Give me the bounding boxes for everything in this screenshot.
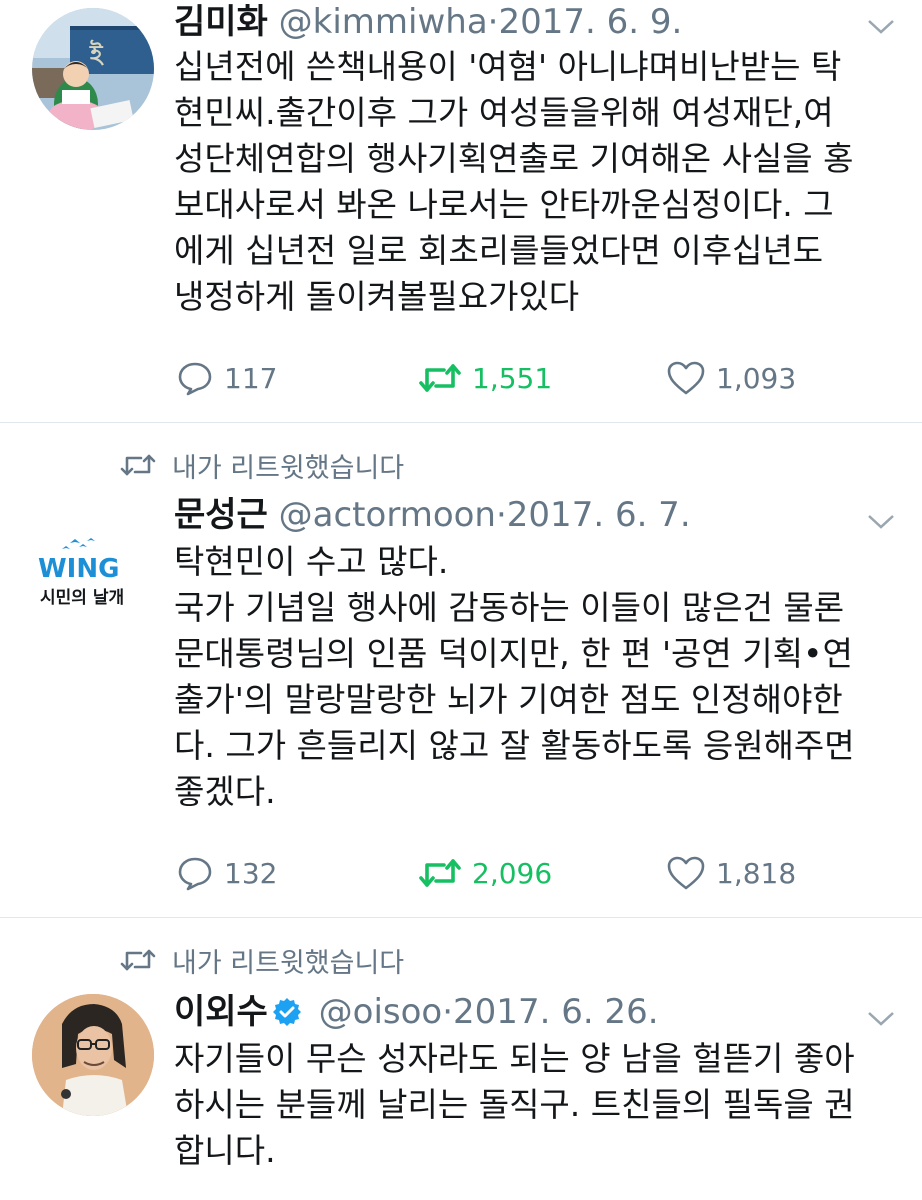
tweet-text-line: 합니다. (174, 1131, 276, 1170)
retweeted-by-me-label: 내가 리트윗했습니다 (120, 445, 404, 485)
like-button[interactable]: 1,093 (666, 356, 796, 400)
reply-button[interactable]: 132 (176, 851, 277, 895)
retweet-icon (419, 364, 461, 392)
verified-badge-icon (272, 998, 301, 1026)
tweet-text-line: 냉정하게 돌이켜볼필요가있다 (174, 277, 580, 316)
tweet-text-line: 에게 십년전 일로 회초리를들었다면 이후십년도 (174, 231, 824, 270)
retweet-count: 1,551 (472, 361, 553, 395)
avatar-logo-word: WING (38, 554, 119, 584)
tweet-text-line: 출가'의 말랑말랑한 뇌가 기여한 점도 인정해야한 (174, 680, 843, 719)
author-handle[interactable]: @kimmiwha (279, 2, 488, 42)
svg-text:ই: ই (89, 39, 104, 68)
tweet-text-line: 문대통령님의 인품 덕이지만, 한 편 '공연 기획•연 (174, 634, 853, 673)
tweet-text-line: 성단체연합의 행사기획연출로 기여해온 사실을 홍 (174, 139, 854, 178)
retweet-small-icon (120, 454, 156, 476)
retweet-button[interactable]: 2,096 (418, 851, 552, 895)
tweet-text: 자기들이 무슨 성자라도 되는 양 남을 헐뜯기 좋아 하시는 분들께 날리는 … (174, 1036, 894, 1174)
tweet-text: 탁현민이 수고 많다. 국가 기념일 행사에 감동하는 이들이 많은건 물론 문… (174, 539, 894, 815)
reply-button[interactable]: 117 (176, 356, 277, 400)
author-handle[interactable]: @oisoo (319, 992, 443, 1032)
tweet-text-line: 보대사로서 봐온 나로서는 안타까운심정이다. 그 (174, 185, 834, 224)
retweeted-by-me-label: 내가 리트윗했습니다 (120, 940, 404, 980)
author-name[interactable]: 문성근 (174, 495, 268, 535)
tweet-header: 김미화 @kimmiwha·2017. 6. 9. (174, 0, 682, 44)
tweet-text-line: 다. 그가 흔들리지 않고 잘 활동하도록 응원해주면 (174, 726, 855, 765)
retweet-label-text: 내가 리트윗했습니다 (172, 452, 405, 484)
tweet-text-line: 십년전에 쓴책내용이 '여혐' 아니냐며비난받는 탁 (174, 47, 842, 86)
avatar-kimmiwha[interactable]: ই (32, 8, 154, 130)
retweet-small-icon (120, 949, 156, 971)
like-button[interactable]: 1,818 (666, 851, 796, 895)
retweet-icon (419, 859, 461, 887)
tweet-kimmiwha[interactable]: ই 김미화 @kimmiwha·2017. 6. 9. 십년전에 쓴책내용이 '… (0, 0, 922, 422)
separator-dot: · (442, 992, 454, 1032)
avatar-actormoon[interactable]: WING 시민의 날개 (32, 511, 154, 633)
separator-dot: · (495, 495, 507, 535)
tweet-header: 문성근 @actormoon·2017. 6. 7. (174, 493, 691, 537)
avatar-logo-subtitle: 시민의 날개 (40, 588, 124, 608)
avatar-oisoo[interactable] (32, 994, 154, 1116)
reply-icon (178, 362, 212, 396)
tweet-actions: 132 2,096 1,818 (176, 851, 876, 895)
retweet-label-text: 내가 리트윗했습니다 (172, 947, 405, 979)
avatar-image (32, 994, 154, 1116)
author-name[interactable]: 김미화 (174, 2, 268, 42)
tweet-text-line: 탁현민이 수고 많다. (174, 542, 449, 581)
tweet-text-line: 자기들이 무슨 성자라도 되는 양 남을 헐뜯기 좋아 (174, 1039, 855, 1078)
chevron-down-icon[interactable] (866, 1008, 896, 1028)
separator-dot: · (487, 2, 499, 42)
author-handle[interactable]: @actormoon (279, 495, 496, 535)
reply-count: 117 (224, 361, 278, 395)
retweet-count: 2,096 (472, 856, 553, 890)
like-icon (667, 856, 705, 890)
chevron-down-icon[interactable] (866, 511, 896, 531)
tweet-date[interactable]: 2017. 6. 26. (453, 992, 658, 1032)
tweet-text-line: 좋겠다. (174, 772, 276, 811)
tweet-text-line: 하시는 분들께 날리는 돌직구. 트친들의 필독을 권 (174, 1085, 855, 1124)
tweet-actormoon[interactable]: 내가 리트윗했습니다 WING 시민의 날개 문성근 @actormoon·20… (0, 423, 922, 917)
retweet-button[interactable]: 1,551 (418, 356, 552, 400)
tweet-text: 십년전에 쓴책내용이 '여혐' 아니냐며비난받는 탁 현민씨.출간이후 그가 여… (174, 44, 894, 320)
like-count: 1,093 (716, 361, 797, 395)
tweet-date[interactable]: 2017. 6. 9. (498, 2, 682, 42)
reply-count: 132 (224, 856, 278, 890)
tweet-text-line: 국가 기념일 행사에 감동하는 이들이 많은건 물론 (174, 588, 845, 627)
tweet-date[interactable]: 2017. 6. 7. (507, 495, 691, 535)
chevron-down-icon[interactable] (866, 16, 896, 36)
tweet-text-line: 현민씨.출간이후 그가 여성들을위해 여성재단,여 (174, 93, 834, 132)
author-name[interactable]: 이외수 (174, 992, 268, 1032)
avatar-image: ই (32, 8, 154, 130)
tweet-header: 이외수 @oisoo·2017. 6. 26. (174, 990, 659, 1034)
like-icon (667, 361, 705, 395)
tweet-oisoo[interactable]: 내가 리트윗했습니다 이외수 @oisoo·2017. 6. 26. 자기들이 … (0, 918, 922, 1200)
tweet-actions: 117 1,551 1,093 (176, 356, 876, 400)
reply-icon (178, 857, 212, 891)
avatar-image: WING 시민의 날개 (32, 511, 154, 633)
like-count: 1,818 (716, 856, 797, 890)
